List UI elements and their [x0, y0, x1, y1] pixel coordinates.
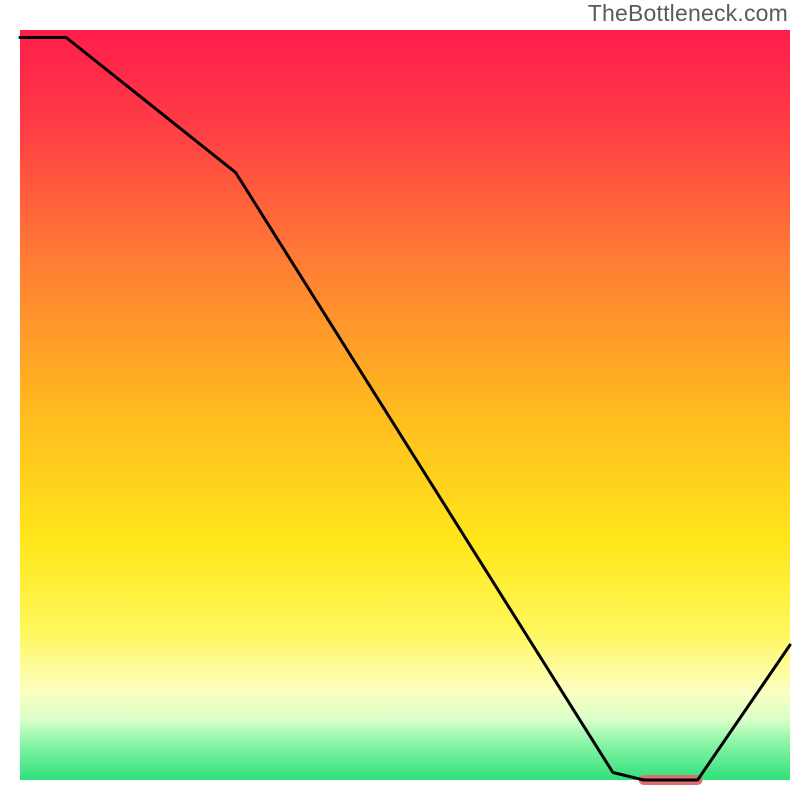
chart-container: TheBottleneck.com — [0, 0, 800, 800]
chart-background — [20, 30, 790, 780]
chart-canvas — [0, 0, 800, 800]
